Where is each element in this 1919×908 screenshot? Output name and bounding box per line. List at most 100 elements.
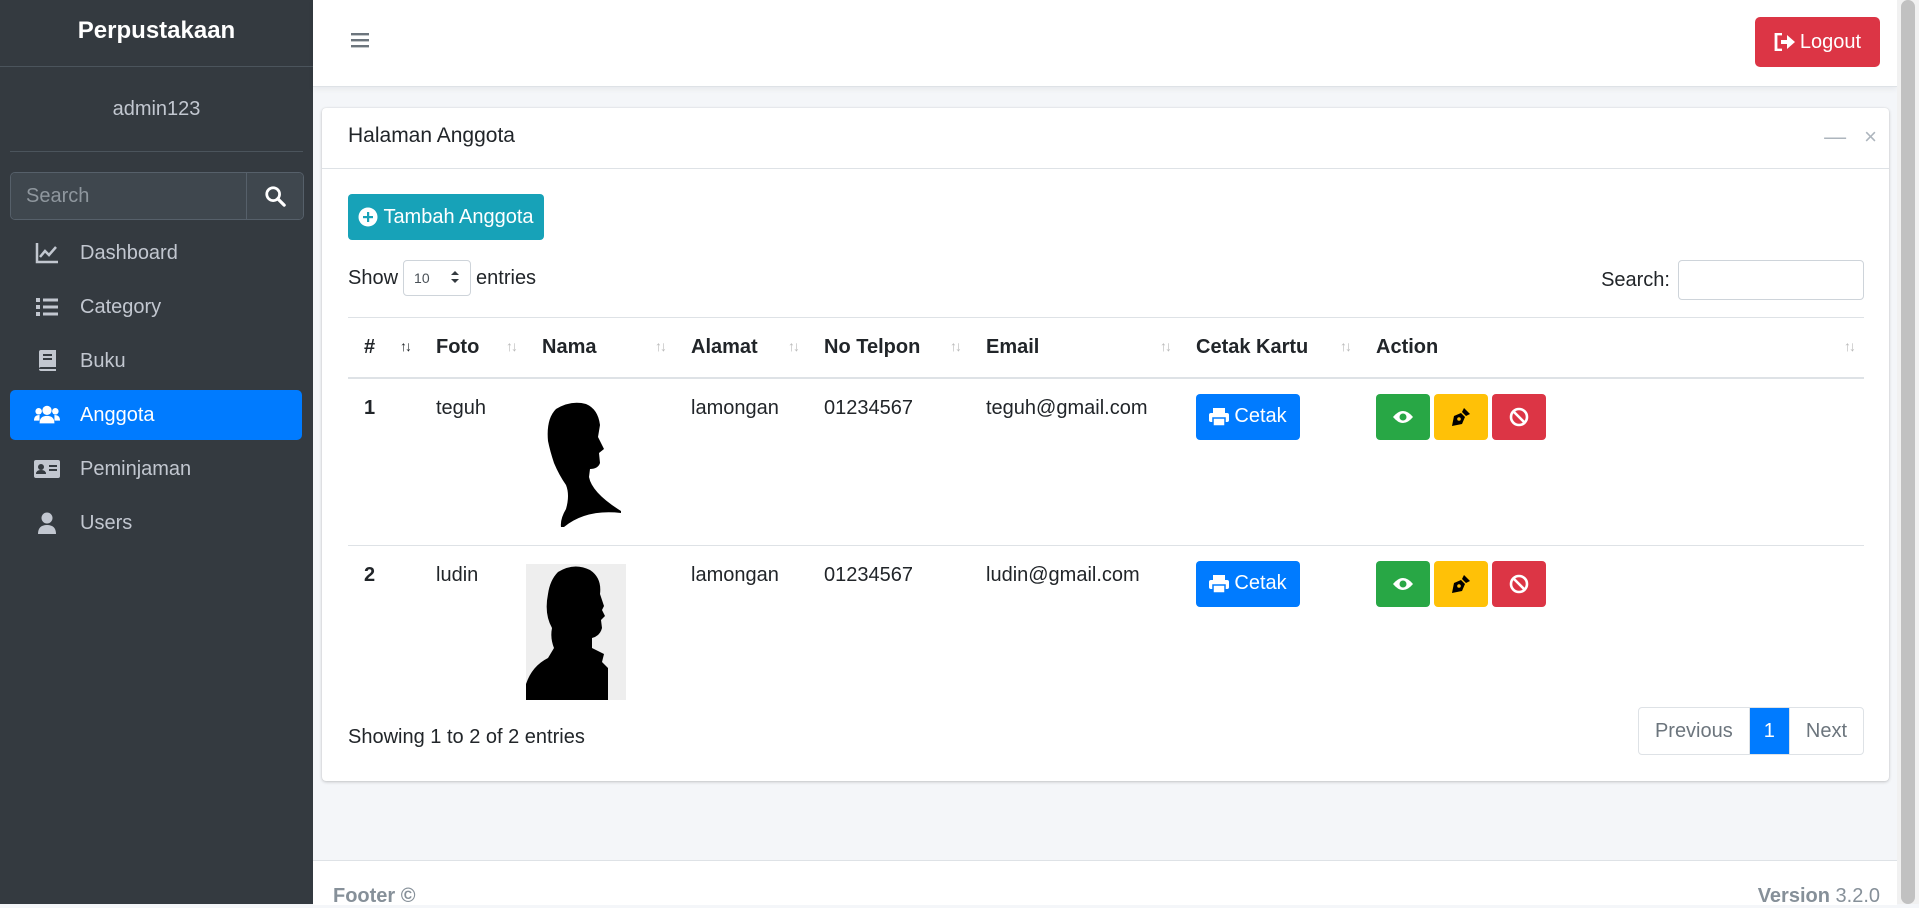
column-header-number[interactable]: # ↑↓ <box>348 317 420 379</box>
sidebar-item-buku[interactable]: Buku <box>10 336 302 386</box>
column-header-action[interactable]: Action ↑↓ <box>1360 317 1864 379</box>
print-card-label: Cetak <box>1234 572 1287 594</box>
edit-button[interactable] <box>1434 393 1488 440</box>
member-photo <box>526 396 626 533</box>
ban-icon <box>1509 407 1529 426</box>
sidebar-item-dashboard[interactable]: Dashboard <box>10 228 302 278</box>
footer-text: Footer © <box>333 885 416 907</box>
id-card-icon <box>34 456 60 482</box>
search-icon <box>265 186 286 207</box>
member-photo <box>526 563 626 700</box>
column-header-label: Nama <box>542 335 597 358</box>
table-filter: Search: <box>1601 260 1864 300</box>
sign-out-icon <box>1774 33 1796 51</box>
users-icon <box>34 402 60 428</box>
search-label: Search: <box>1601 268 1670 291</box>
edit-button[interactable] <box>1434 560 1488 607</box>
anggota-card: Halaman Anggota — × Tambah Anggota Show … <box>322 108 1889 781</box>
print-card-button[interactable]: Cetak <box>1196 560 1300 607</box>
column-header-label: Email <box>986 335 1040 358</box>
column-header-label: Cetak Kartu <box>1196 335 1309 358</box>
entries-select[interactable]: 10 <box>403 260 472 296</box>
page-scrollbar[interactable] <box>1897 0 1919 904</box>
user-name[interactable]: admin123 <box>10 67 303 152</box>
sort-icon: ↑↓ <box>1844 338 1856 354</box>
sidebar-item-label: Dashboard <box>80 241 178 264</box>
view-button[interactable] <box>1376 560 1430 607</box>
row-email: teguh@gmail.com <box>970 377 1180 545</box>
top-navbar: Logout <box>313 0 1897 87</box>
column-header-email[interactable]: Email ↑↓ <box>970 317 1180 379</box>
sidebar-item-category[interactable]: Category <box>10 282 302 332</box>
minimize-icon[interactable]: — <box>1824 124 1846 150</box>
row-nama <box>526 377 675 545</box>
pagination: Previous 1 Next <box>1637 707 1864 755</box>
sort-icon: ↑↓ <box>506 338 518 354</box>
print-icon <box>1209 574 1230 593</box>
sidebar-search-button[interactable] <box>246 173 303 219</box>
row-telpon: 01234567 <box>808 544 970 712</box>
sidebar-item-label: Peminjaman <box>80 457 192 480</box>
close-icon[interactable]: × <box>1864 124 1877 150</box>
footer-version: Version 3.2.0 <box>1758 885 1880 908</box>
table-info: Showing 1 to 2 of 2 entries <box>348 726 585 748</box>
menu-toggle-icon[interactable] <box>350 30 374 54</box>
pen-nib-icon <box>1452 407 1470 426</box>
column-header-label: No Telpon <box>824 335 921 358</box>
pagination-page-1[interactable]: 1 <box>1749 708 1789 754</box>
delete-button[interactable] <box>1492 393 1546 440</box>
sidebar-item-label: Anggota <box>80 403 155 426</box>
column-header-foto[interactable]: Foto ↑↓ <box>420 317 526 379</box>
sidebar-search: Search <box>10 172 304 220</box>
sort-icon: ↑↓ <box>788 338 800 354</box>
table-row: 1 teguh lamongan 01234567 teguh@gmail.co… <box>348 377 1864 545</box>
row-telpon: 01234567 <box>808 377 970 545</box>
footer: Footer © Version 3.2.0 <box>313 860 1897 908</box>
add-member-label: Tambah Anggota <box>383 205 534 228</box>
table-search-input[interactable] <box>1678 260 1864 300</box>
plus-circle-icon <box>358 207 378 227</box>
column-header-cetak-kartu[interactable]: Cetak Kartu ↑↓ <box>1180 317 1360 379</box>
ban-icon <box>1509 574 1529 593</box>
print-icon <box>1209 407 1230 426</box>
card-tools: — × <box>1824 124 1877 150</box>
logout-button[interactable]: Logout <box>1755 17 1880 67</box>
sort-icon: ↑↓ <box>1160 338 1172 354</box>
scrollbar-thumb[interactable] <box>1901 0 1915 904</box>
table-row: 2 ludin lamongan 01234567 ludin@gmail.co… <box>348 544 1864 712</box>
book-icon <box>34 348 60 374</box>
sidebar-item-label: Buku <box>80 349 126 372</box>
sort-asc-icon: ↑↓ <box>400 338 412 354</box>
row-number: 1 <box>348 377 420 545</box>
pagination-previous[interactable]: Previous <box>1639 708 1750 754</box>
column-header-alamat[interactable]: Alamat ↑↓ <box>675 317 808 379</box>
chart-line-icon <box>34 240 60 266</box>
row-nama <box>526 544 675 712</box>
row-actions <box>1360 377 1864 545</box>
column-header-nama[interactable]: Nama ↑↓ <box>526 317 675 379</box>
add-member-button[interactable]: Tambah Anggota <box>348 194 544 240</box>
row-cetak: Cetak <box>1180 544 1360 712</box>
sidebar-item-peminjaman[interactable]: Peminjaman <box>10 444 302 494</box>
entries-length: Show 10 entries <box>348 260 536 296</box>
show-label: Show <box>348 266 399 289</box>
column-header-label: Alamat <box>691 335 758 358</box>
sidebar-item-label: Users <box>80 511 133 534</box>
list-icon <box>34 294 60 320</box>
entries-label: entries <box>476 266 537 289</box>
print-card-button[interactable]: Cetak <box>1196 393 1300 440</box>
members-table: # ↑↓ Foto ↑↓ Nama ↑↓ Alamat ↑↓ No Telpon ↑↓ E… <box>348 317 1864 712</box>
logout-label: Logout <box>1799 30 1862 53</box>
delete-button[interactable] <box>1492 560 1546 607</box>
pagination-next[interactable]: Next <box>1788 708 1863 754</box>
sidebar-item-anggota[interactable]: Anggota <box>10 390 302 440</box>
brand-title[interactable]: Perpustakaan <box>0 0 313 67</box>
card-header: Halaman Anggota — × <box>322 108 1889 169</box>
sidebar-item-users[interactable]: Users <box>10 498 302 548</box>
view-button[interactable] <box>1376 393 1430 440</box>
row-actions <box>1360 544 1864 712</box>
sidebar-search-input[interactable]: Search <box>11 173 246 219</box>
sort-icon: ↑↓ <box>1340 338 1352 354</box>
column-header-telpon[interactable]: No Telpon ↑↓ <box>808 317 970 379</box>
user-icon <box>34 510 60 536</box>
